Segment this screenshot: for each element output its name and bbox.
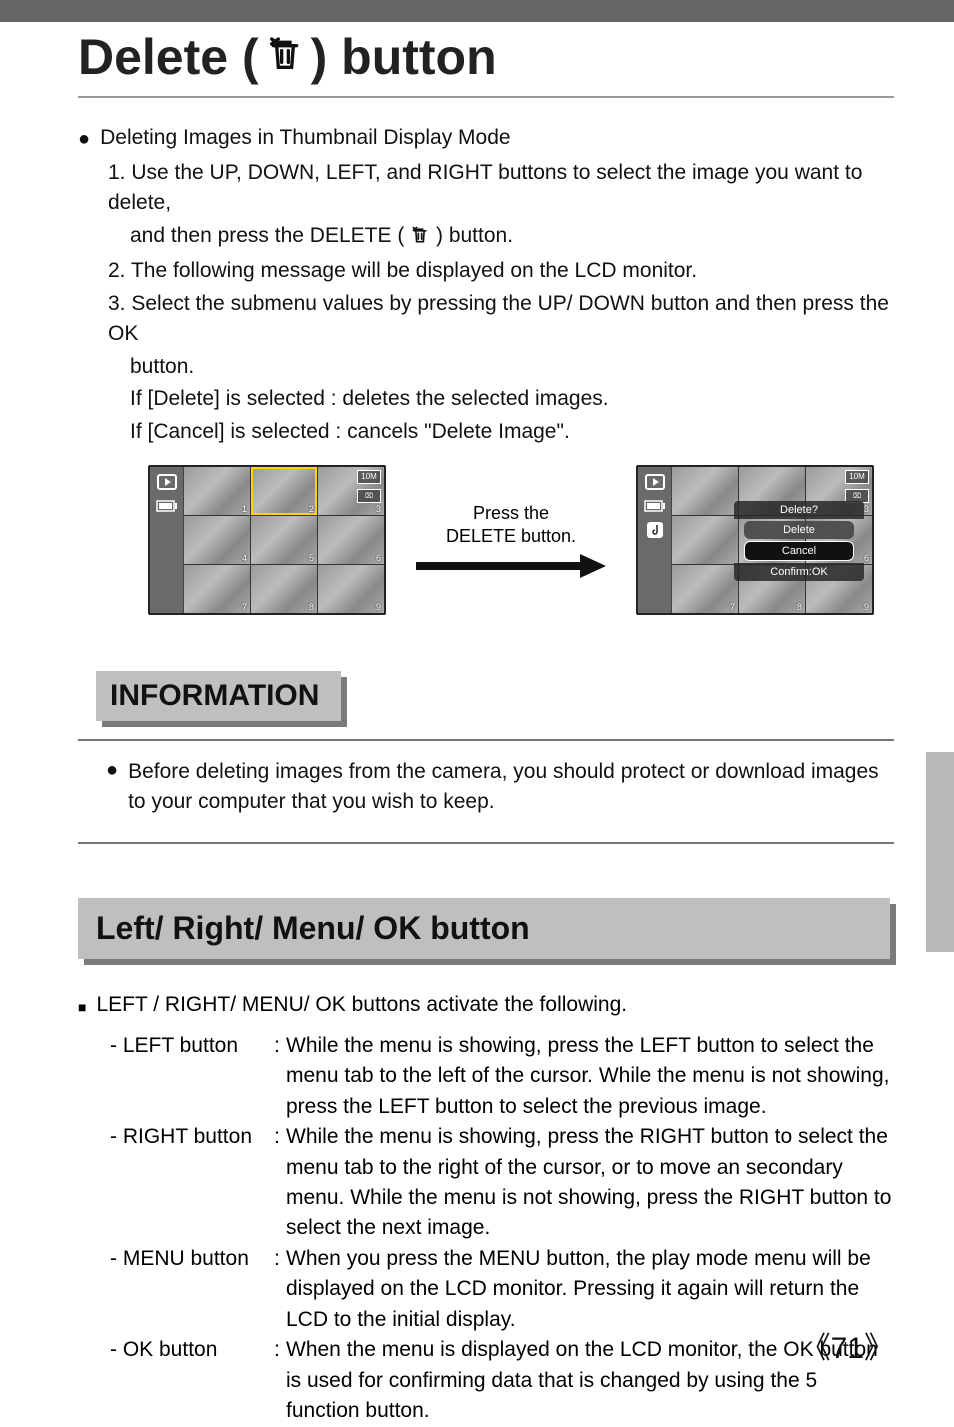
play-mode-icon [644, 473, 666, 491]
bullet-dot: ● [78, 126, 90, 152]
thumbnail-grid: 1 2 310M⌧ 4 5 6 7 8 9 [184, 467, 384, 613]
size-indicator: 10M [845, 470, 869, 484]
def-ok-label: - OK button [110, 1335, 274, 1426]
page-title: Delete ( ) button [78, 28, 497, 86]
title-suffix: ) button [311, 28, 497, 86]
colon: : [274, 1335, 286, 1426]
thumb-1: 1 [184, 467, 250, 515]
def-menu: - MENU button : When you press the MENU … [110, 1244, 894, 1335]
def-ok: - OK button : When the menu is displayed… [110, 1335, 894, 1426]
def-menu-label: - MENU button [110, 1244, 274, 1335]
def-right-label: - RIGHT button [110, 1122, 274, 1244]
thumb-2-selected: 2 [251, 467, 317, 515]
def-left-text: While the menu is showing, press the LEF… [286, 1031, 894, 1122]
section-lrmok-body: ■ LEFT / RIGHT/ MENU/ OK buttons activat… [78, 993, 894, 1427]
delete-dialog: Delete? Delete Cancel Confirm:OK [734, 501, 864, 581]
screenshots-row: 1 2 310M⌧ 4 5 6 7 8 9 Press the DELETE b… [148, 465, 894, 615]
thumb-4 [672, 516, 738, 564]
def-right: - RIGHT button : While the menu is showi… [110, 1122, 894, 1244]
title-prefix: Delete ( [78, 28, 259, 86]
arrow-right-icon [416, 554, 606, 578]
battery-icon [644, 497, 666, 515]
thumb-3: 310M⌧ [318, 467, 384, 515]
step-1-line2-a: and then press the DELETE ( [130, 224, 404, 247]
arrow-caption-column: Press the DELETE button. [406, 502, 616, 579]
section-delete-body: ● Deleting Images in Thumbnail Display M… [60, 126, 894, 1427]
battery-icon [156, 497, 178, 515]
dialog-confirm: Confirm:OK [734, 563, 864, 581]
thumb-9: 9 [318, 565, 384, 613]
step-3-line2: button. [130, 352, 894, 382]
def-right-text: While the menu is showing, press the RIG… [286, 1122, 894, 1244]
top-bar [0, 0, 954, 22]
steps-list: 1. Use the UP, DOWN, LEFT, and RIGHT but… [108, 158, 894, 447]
section-lrmok-heading: Left/ Right/ Menu/ OK button [78, 898, 890, 959]
section-lrmok: Left/ Right/ Menu/ OK button [78, 898, 894, 959]
dialog-option-delete: Delete [744, 521, 854, 539]
lcd-thumbnail-grid-after: 310M⌧ 6 7 8 9 Delete? Delete Cancel Conf… [636, 465, 874, 615]
thumb-4: 4 [184, 516, 250, 564]
size-indicator: 10M [357, 470, 381, 484]
arrow-caption: Press the DELETE button. [446, 502, 576, 549]
side-tab [926, 752, 954, 952]
thumb-1 [672, 467, 738, 515]
def-menu-text: When you press the MENU button, the play… [286, 1244, 894, 1335]
angle-left-icon: 《 [801, 1331, 831, 1366]
information-box: ● Before deleting images from the camera… [78, 739, 894, 844]
thumb-8: 8 [251, 565, 317, 613]
colon: : [274, 1244, 286, 1335]
title-divider [78, 96, 894, 98]
def-left-label: - LEFT button [110, 1031, 274, 1122]
step-1-line2: and then press the DELETE ( ) button. [130, 221, 894, 254]
lcd-thumbnail-grid-before: 1 2 310M⌧ 4 5 6 7 8 9 [148, 465, 386, 615]
information-heading: INFORMATION [96, 671, 341, 721]
information-bullet: ● Before deleting images from the camera… [106, 757, 884, 818]
colon: : [274, 1031, 286, 1122]
information-text: Before deleting images from the camera, … [128, 757, 884, 818]
thumb-5: 5 [251, 516, 317, 564]
lead-bullet: ■ LEFT / RIGHT/ MENU/ OK buttons activat… [78, 993, 894, 1021]
step-1-line2-b: ) button. [436, 224, 513, 247]
if-delete: If [Delete] is selected : deletes the se… [130, 384, 894, 414]
step-2: 2. The following message will be display… [108, 256, 894, 286]
bullet-deleting-thumbnails: ● Deleting Images in Thumbnail Display M… [78, 126, 894, 152]
delete-icon [265, 28, 305, 86]
information-section: INFORMATION ● Before deleting images fro… [78, 671, 894, 844]
dialog-option-cancel: Cancel [744, 541, 854, 561]
play-mode-icon [156, 473, 178, 491]
music-note-icon [644, 521, 666, 539]
page-number-value: 71 [831, 1332, 864, 1365]
lead-text: LEFT / RIGHT/ MENU/ OK buttons activate … [96, 993, 627, 1021]
angle-right-icon: 》 [864, 1331, 894, 1366]
if-cancel: If [Cancel] is selected : cancels "Delet… [130, 417, 894, 447]
bullet-dot: ● [106, 757, 118, 818]
step-1-line1: 1. Use the UP, DOWN, LEFT, and RIGHT but… [108, 158, 894, 219]
lcd-left-strip [638, 467, 672, 613]
page-title-row: Delete ( ) button [78, 28, 894, 86]
thumb-7: 7 [184, 565, 250, 613]
page-number: 《71》 [801, 1323, 894, 1367]
thumb-7: 7 [672, 565, 738, 613]
colon: : [274, 1122, 286, 1244]
lcd-left-strip [150, 467, 184, 613]
def-left: - LEFT button : While the menu is showin… [110, 1031, 894, 1122]
thumb-6: 6 [318, 516, 384, 564]
definitions-list: - LEFT button : While the menu is showin… [110, 1031, 894, 1427]
bullet-text: Deleting Images in Thumbnail Display Mod… [100, 126, 510, 152]
delete-icon [410, 224, 430, 254]
dialog-title: Delete? [734, 501, 864, 519]
square-bullet-icon: ■ [78, 993, 86, 1021]
card-indicator: ⌧ [357, 489, 381, 503]
step-3-line1: 3. Select the submenu values by pressing… [108, 289, 894, 350]
